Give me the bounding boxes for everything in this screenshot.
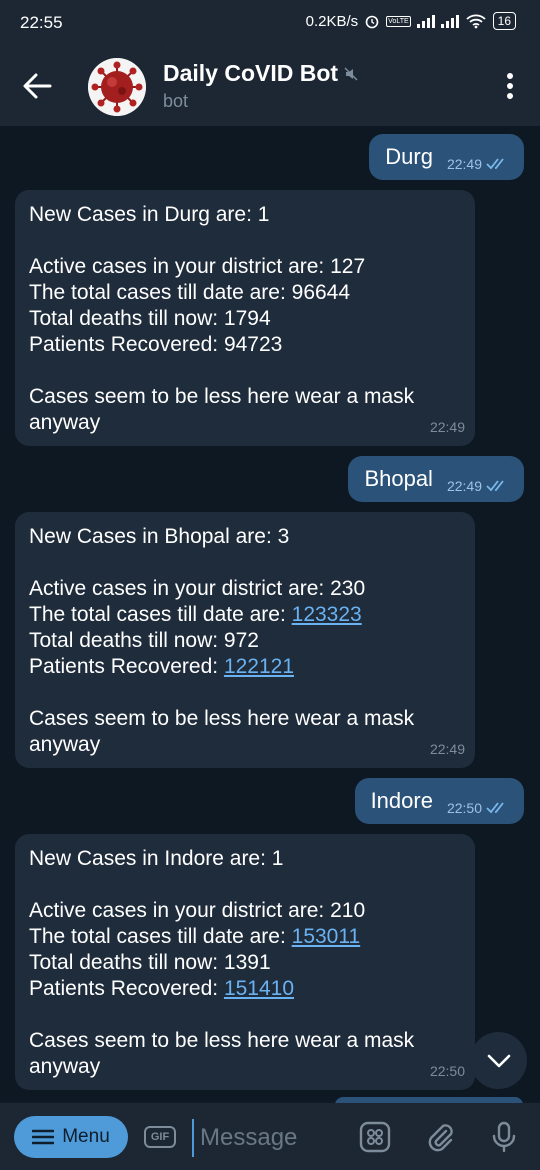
- double-check-icon: [486, 802, 504, 814]
- advice-text-cont: anyway: [29, 1055, 101, 1078]
- chat-subtitle: bot: [163, 91, 189, 111]
- message-time: 22:49: [446, 156, 482, 172]
- mute-icon: [344, 67, 358, 80]
- advice-text: Cases seem to be less here wear a mask: [29, 707, 415, 730]
- recovered-link[interactable]: 151410: [224, 977, 294, 1000]
- bot-commands-icon[interactable]: [359, 1121, 391, 1153]
- recovered-line: Patients Recovered: 122121: [29, 654, 461, 680]
- total-cases-line: The total cases till date are: 123323: [29, 602, 461, 628]
- advice-text-cont: anyway: [29, 411, 101, 434]
- recovered-label: Patients Recovered:: [29, 977, 224, 1000]
- message-time: 22:50: [429, 1063, 465, 1079]
- advice-text: Cases seem to be less here wear a mask: [29, 1029, 415, 1052]
- scroll-down-button[interactable]: [470, 1032, 527, 1089]
- total-cases-line: The total cases till date are: 96644: [29, 280, 461, 306]
- menu-label: Menu: [62, 1126, 110, 1147]
- net-speed: 0.2KB/s: [305, 12, 359, 30]
- total-cases-label: The total cases till date are:: [29, 925, 292, 948]
- message-meta: 22:50: [447, 795, 508, 821]
- signal-icon-2: [440, 14, 459, 28]
- message-meta: 22:49: [447, 473, 508, 499]
- active-cases-text: Active cases in your district are: 210: [29, 899, 366, 922]
- message-time: 22:49: [446, 478, 482, 494]
- incoming-message[interactable]: New Cases in Bhopal are: 3 Active cases …: [15, 512, 475, 768]
- double-check-icon: [486, 480, 504, 492]
- new-cases-text: New Cases in Indore are: 1: [29, 847, 284, 870]
- title-row[interactable]: Daily CoVID Bot: [163, 60, 358, 87]
- total-cases-label: The total cases till date are:: [29, 603, 292, 626]
- alarm-icon: [365, 15, 379, 29]
- bot-menu-button[interactable]: Menu: [14, 1116, 128, 1158]
- recovered-value: 94723: [223, 333, 283, 356]
- outgoing-message[interactable]: Indore 22:50: [354, 778, 524, 824]
- input-bar: Menu GIF: [0, 1103, 540, 1170]
- double-check-icon: [486, 158, 504, 170]
- deaths-text: Total deaths till now: 1794: [29, 307, 271, 330]
- recovered-line: Patients Recovered: 151410: [29, 976, 461, 1002]
- total-cases-value: 96644: [291, 281, 351, 304]
- deaths-text: Total deaths till now: 972: [29, 629, 259, 652]
- outgoing-message[interactable]: Durg 22:49: [369, 134, 524, 180]
- outgoing-message[interactable]: Bhopal 22:49: [348, 456, 524, 502]
- total-cases-link[interactable]: 153011: [292, 925, 361, 948]
- avatar[interactable]: [88, 58, 146, 116]
- total-cases-link[interactable]: 123323: [292, 603, 362, 626]
- microphone-icon[interactable]: [488, 1121, 520, 1153]
- chat-area[interactable]: Durg 22:49 New Cases in Durg are: 1 Acti…: [0, 126, 540, 1101]
- recovered-label: Patients Recovered:: [29, 333, 224, 356]
- more-vert-icon[interactable]: [506, 72, 514, 100]
- volte-icon: VoLTE: [386, 15, 411, 27]
- incoming-message[interactable]: New Cases in Indore are: 1 Active cases …: [15, 834, 475, 1090]
- new-cases-text: New Cases in Durg are: 1: [29, 203, 270, 226]
- wifi-icon: [466, 14, 486, 29]
- recovered-line: Patients Recovered: 94723: [29, 332, 461, 358]
- total-cases-label: The total cases till date are:: [29, 281, 292, 304]
- chevron-down-icon: [487, 1054, 510, 1067]
- status-time: 22:55: [20, 13, 63, 32]
- gif-button[interactable]: GIF: [144, 1126, 176, 1148]
- status-icons: 0.2KB/s VoLTE 16: [306, 12, 516, 30]
- incoming-message[interactable]: New Cases in Durg are: 1 Active cases in…: [15, 190, 475, 446]
- back-arrow-icon[interactable]: [22, 72, 52, 100]
- active-cases-text: Active cases in your district are: 230: [29, 577, 366, 600]
- status-bar: 22:55 0.2KB/s VoLTE 16: [0, 0, 540, 46]
- new-cases-text: New Cases in Bhopal are: 3: [29, 525, 290, 548]
- message-text: Indore: [370, 788, 433, 813]
- chat-header: Daily CoVID Bot bot: [0, 46, 540, 126]
- deaths-text: Total deaths till now: 1391: [29, 951, 271, 974]
- advice-text-cont: anyway: [29, 733, 101, 756]
- message-text: Bhopal: [364, 466, 433, 491]
- active-cases-text: Active cases in your district are: 127: [29, 255, 366, 278]
- message-time: 22:50: [446, 800, 482, 816]
- recovered-link[interactable]: 122121: [224, 655, 294, 678]
- message-text: Durg: [385, 144, 433, 169]
- battery-icon: 16: [492, 12, 516, 30]
- chat-title: Daily CoVID Bot: [163, 60, 339, 86]
- message-time: 22:49: [429, 419, 465, 435]
- message-input[interactable]: [192, 1119, 352, 1157]
- attach-icon[interactable]: [424, 1121, 456, 1153]
- total-cases-line: The total cases till date are: 153011: [29, 924, 461, 950]
- message-meta: 22:49: [447, 151, 508, 177]
- advice-text: Cases seem to be less here wear a mask: [29, 385, 415, 408]
- hamburger-icon: [32, 1129, 55, 1145]
- signal-icon: [416, 14, 435, 28]
- virus-icon: [88, 58, 146, 116]
- message-time: 22:49: [429, 741, 465, 757]
- recovered-label: Patients Recovered:: [29, 655, 224, 678]
